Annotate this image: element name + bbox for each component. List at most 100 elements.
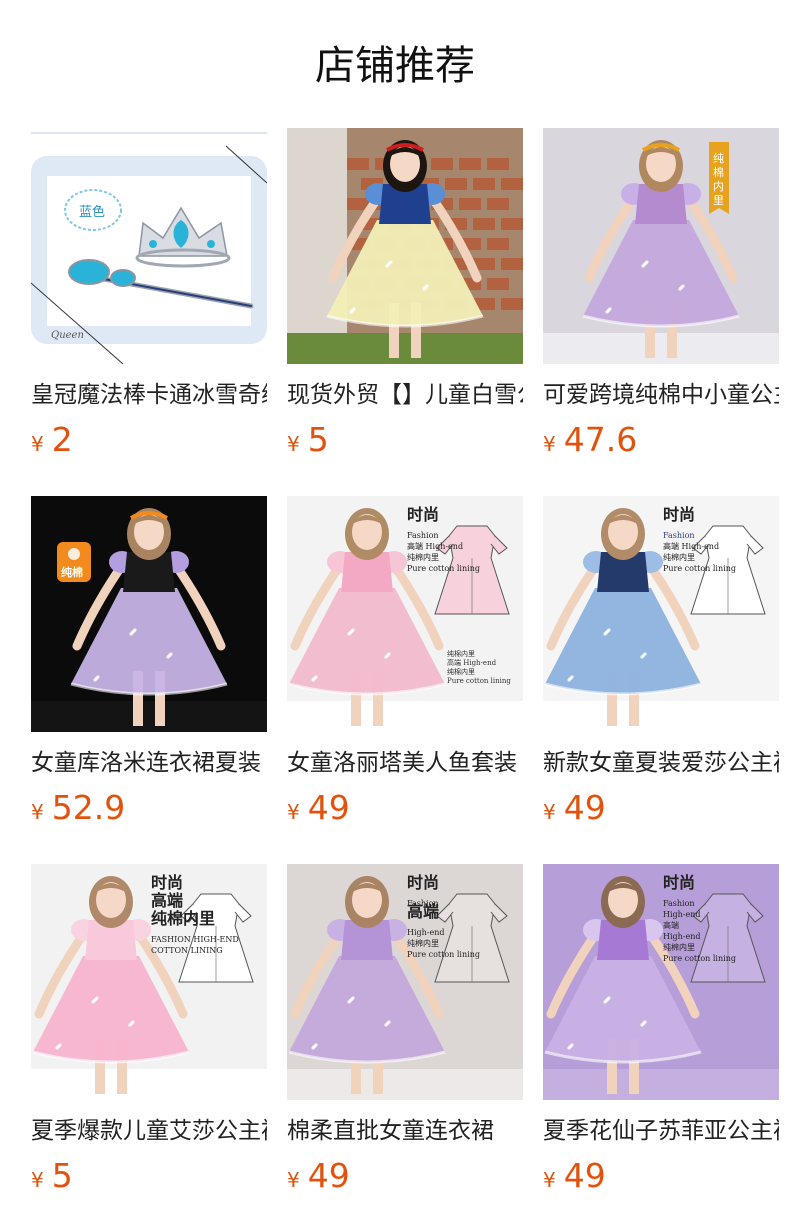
product-title[interactable]: 夏季爆款儿童艾莎公主裙 (31, 1114, 267, 1148)
price-value: 49 (563, 1156, 606, 1195)
promo-text-secondary: 纯棉内里 (447, 667, 475, 676)
brick-shape (487, 238, 509, 250)
brick-shape (501, 298, 523, 310)
currency-symbol: ¥ (543, 800, 556, 824)
sparkle-dot (570, 675, 574, 679)
product-price: ¥49 (287, 786, 523, 830)
wand-gem (110, 269, 136, 287)
sparkle-dot (387, 1020, 391, 1024)
price-value: 5 (51, 1156, 73, 1195)
promo-text: 时尚 (407, 505, 439, 524)
product-image[interactable]: 纯棉内里 (543, 128, 779, 364)
product-image[interactable]: 时尚 Fashion 高端 High-end 纯棉内里 Pure cotton linin… (287, 864, 523, 1100)
sparkle-dot (352, 307, 356, 311)
promo-text: 高端 High-end (663, 541, 719, 551)
promo-text: Fashion (407, 531, 439, 540)
promo-text: 时尚 (151, 873, 183, 892)
brick-shape (459, 158, 481, 170)
promo-text: High-end (407, 928, 445, 937)
promo-text-secondary: Pure cotton lining (447, 677, 511, 685)
sparkle-dot (314, 675, 318, 679)
product-image-svg: 纯棉内里 (543, 128, 779, 364)
product-price: ¥5 (287, 418, 523, 462)
tag-char: 内 (713, 179, 724, 193)
currency-symbol: ¥ (31, 1168, 44, 1192)
product-card[interactable]: 纯棉内里 可爱跨境纯棉中小童公主裙 ¥47.6 (543, 128, 779, 464)
product-image-svg: 时尚 Fashion高端 High-end纯棉内里 Pure cotton lini… (543, 496, 779, 732)
product-price: ¥47.6 (543, 418, 779, 462)
product-card[interactable]: 纯棉 女童库洛米连衣裙夏装 ¥52.9 (31, 496, 267, 832)
price-value: 47.6 (563, 420, 638, 459)
currency-symbol: ¥ (287, 1168, 300, 1192)
badge-icon (68, 548, 80, 560)
product-card[interactable]: 时尚 Fashion High-end 高端 High-end 纯棉内里 Pure cott… (543, 864, 779, 1200)
product-card[interactable]: 时尚 高端 纯棉内里 FASHION HIGH-END COTTON LINING 夏季… (31, 864, 267, 1200)
sparkle-dot (58, 1043, 62, 1047)
product-card[interactable]: 时尚 Fashion 高端 High-end 纯棉内里 Pure cotton lini… (543, 496, 779, 832)
crown-gem (149, 240, 157, 248)
sparkle-dot (643, 1020, 647, 1024)
brick-shape (487, 278, 509, 290)
product-title[interactable]: 女童库洛米连衣裙夏装 (31, 746, 267, 780)
product-image[interactable]: 蓝色 Queen (31, 128, 267, 364)
sparkle-dot (95, 996, 99, 1000)
product-image[interactable] (287, 128, 523, 364)
sparkle-dot (607, 996, 611, 1000)
product-title[interactable]: 棉柔直批女童连衣裙 (287, 1114, 523, 1148)
currency-symbol: ¥ (543, 432, 556, 456)
cotton-tag: 纯棉内里 (709, 142, 729, 214)
sparkle-dot (645, 260, 649, 264)
promo-text: 纯棉内里 (407, 552, 439, 562)
brick-shape (445, 178, 467, 190)
price-value: 2 (51, 420, 73, 459)
crown-gem (207, 240, 215, 248)
product-card[interactable]: 时尚 Fashion 高端 High-end 纯棉内里 Pure cotton lini… (287, 496, 523, 832)
promo-text: FASHION HIGH-END (151, 935, 239, 944)
product-price: ¥5 (31, 1154, 267, 1198)
section-title: 店铺推荐 (315, 43, 475, 89)
price-value: 5 (307, 420, 329, 459)
product-image[interactable]: 时尚 高端 纯棉内里 FASHION HIGH-END COTTON LINING (31, 864, 267, 1100)
tag-char: 棉 (713, 165, 724, 179)
brick-shape (473, 178, 495, 190)
cotton-badge: 纯棉 (57, 542, 91, 582)
product-price: ¥49 (543, 786, 779, 830)
product-title[interactable]: 皇冠魔法棒卡通冰雪奇缘 (31, 378, 267, 412)
floor-shape (543, 1069, 779, 1100)
promo-text-secondary: 高端 High-end (447, 658, 497, 667)
product-image-svg: 蓝色 Queen (31, 128, 267, 364)
product-card[interactable]: 蓝色 Queen 皇冠魔法棒卡通冰雪奇缘 ¥2 (31, 128, 267, 464)
product-card[interactable]: 时尚 Fashion 高端 High-end 纯棉内里 Pure cotton linin… (287, 864, 523, 1200)
promo-text: Pure cotton lining (407, 950, 480, 959)
price-value: 49 (307, 788, 350, 827)
sparkle-dot (314, 1043, 318, 1047)
promo-text: Fashion (663, 899, 695, 908)
promo-text: Fashion (663, 531, 695, 540)
product-title[interactable]: 夏季花仙子苏菲亚公主裙 (543, 1114, 779, 1148)
promo-text: 时尚 (407, 873, 439, 892)
signature-text: Queen (51, 330, 84, 341)
promo-text: Pure cotton lining (407, 564, 480, 573)
promo-text: COTTON LINING (151, 946, 223, 955)
brick-shape (431, 158, 453, 170)
product-title[interactable]: 女童洛丽塔美人鱼套装 (287, 746, 523, 780)
product-price: ¥49 (287, 1154, 523, 1198)
sparkle-dot (608, 307, 612, 311)
floor-shape (31, 701, 267, 732)
sparkle-dot (570, 1043, 574, 1047)
tag-char: 里 (713, 194, 724, 207)
product-image[interactable]: 时尚 Fashion 高端 High-end 纯棉内里 Pure cotton lini… (287, 496, 523, 732)
currency-symbol: ¥ (31, 800, 44, 824)
product-image[interactable]: 纯棉 (31, 496, 267, 732)
product-title[interactable]: 可爱跨境纯棉中小童公主裙 (543, 378, 779, 412)
product-title[interactable]: 新款女童夏装爱莎公主裙 (543, 746, 779, 780)
promo-text: 纯棉内里 (663, 942, 695, 952)
product-title[interactable]: 现货外贸【】儿童白雪公主 (287, 378, 523, 412)
product-image[interactable]: 时尚 Fashion 高端 High-end 纯棉内里 Pure cotton lini… (543, 496, 779, 732)
product-card[interactable]: 现货外贸【】儿童白雪公主 ¥5 (287, 128, 523, 464)
sparkle-dot (133, 628, 137, 632)
product-image[interactable]: 时尚 Fashion High-end 高端 High-end 纯棉内里 Pure cott… (543, 864, 779, 1100)
promo-text: Pure cotton lining (663, 564, 736, 573)
brick-shape (347, 158, 369, 170)
floor-shape (543, 333, 779, 364)
